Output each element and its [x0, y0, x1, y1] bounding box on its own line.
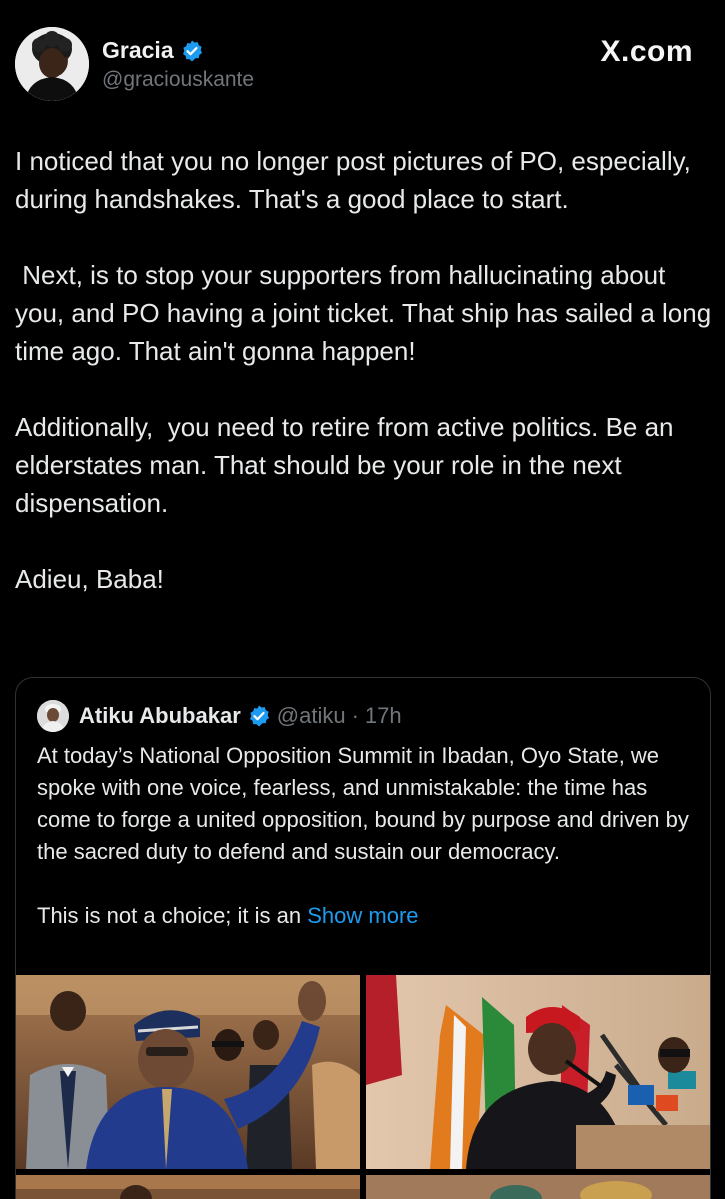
media-photo-4[interactable]	[366, 1175, 710, 1199]
tweet-text: I noticed that you no longer post pictur…	[15, 142, 715, 598]
tweet-header: Gracia @graciouskante X.com	[15, 27, 705, 107]
quoted-paragraph: This is not a choice; it is an	[37, 903, 308, 928]
tweet-screenshot: Gracia @graciouskante X.com I noticed th…	[0, 0, 725, 1199]
author-avatar[interactable]	[15, 27, 89, 101]
x-com-watermark: X.com	[600, 35, 693, 68]
media-photo-2[interactable]	[366, 975, 710, 1169]
quoted-timestamp[interactable]: 17h	[365, 703, 402, 729]
tweet-paragraph: Additionally, you need to retire from ac…	[15, 412, 681, 518]
author-display-name[interactable]: Gracia	[102, 37, 174, 64]
media-photo-3[interactable]	[16, 1175, 360, 1199]
tweet-paragraph: Next, is to stop your supporters from ha…	[15, 260, 719, 366]
quoted-display-name[interactable]: Atiku Abubakar	[79, 703, 241, 729]
author-handle[interactable]: @graciouskante	[102, 68, 254, 92]
quoted-handle[interactable]: @atiku	[277, 703, 346, 729]
quoted-tweet-header: Atiku Abubakar @atiku · 17h	[37, 700, 402, 732]
quoted-paragraph-truncated: This is not a choice; it is an Show more	[37, 900, 697, 932]
quoted-paragraph: At today’s National Opposition Summit in…	[37, 743, 696, 864]
quoted-tweet-text: At today’s National Opposition Summit in…	[37, 740, 697, 932]
quoted-author-avatar[interactable]	[37, 700, 69, 732]
tweet-paragraph: I noticed that you no longer post pictur…	[15, 146, 699, 214]
media-photo-1[interactable]	[16, 975, 360, 1169]
verified-badge-icon	[247, 704, 271, 728]
show-more-link[interactable]: Show more	[307, 903, 418, 928]
quoted-tweet-card[interactable]: Atiku Abubakar @atiku · 17h At today’s N…	[15, 677, 711, 1199]
tweet-paragraph: Adieu, Baba!	[15, 564, 164, 594]
verified-badge-icon	[180, 39, 204, 63]
media-grid	[16, 975, 710, 1199]
meta-separator: ·	[351, 703, 359, 728]
